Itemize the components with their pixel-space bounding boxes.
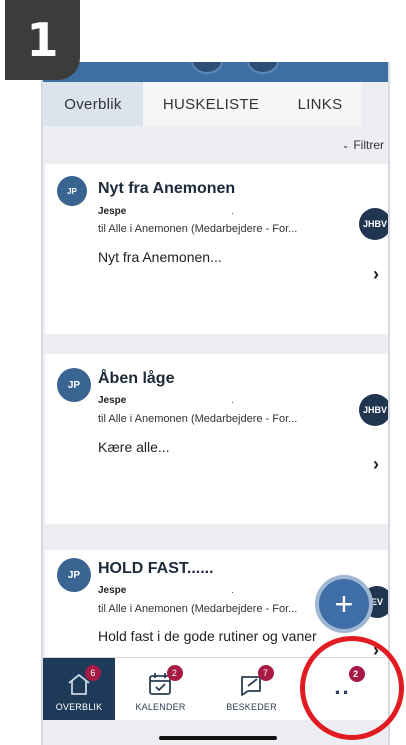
notification-count: 7 (257, 665, 274, 681)
post-sender-separator: . (231, 206, 234, 217)
tab-links[interactable]: LINKS (279, 82, 361, 126)
filter-label: Filtrer (353, 138, 384, 152)
group-badge: JHBV (359, 208, 388, 240)
tab-huskeliste[interactable]: HUSKELISTE (143, 82, 279, 126)
tab-bar: Overblik HUSKELISTE LINKS (43, 82, 388, 126)
nav-label: KALENDER (135, 702, 186, 712)
step-number: 1 (26, 13, 59, 67)
post-recipients: til Alle i Anemonen (Medarbejdere - For.… (98, 223, 298, 235)
post-title: Nyt fra Anemonen (98, 180, 236, 197)
header-avatar[interactable] (247, 62, 279, 74)
avatar: JP (57, 558, 91, 592)
message-icon: 7 (238, 665, 274, 697)
post-recipients: til Alle i Anemonen (Medarbejdere - For.… (98, 603, 298, 615)
avatar: JP (57, 176, 87, 206)
app-header (43, 62, 388, 82)
post-sender: Jespe (98, 585, 127, 596)
notification-count: 2 (166, 665, 183, 681)
nav-overblik[interactable]: 6 OVERBLIK (43, 658, 115, 720)
chevron-right-icon[interactable]: › (373, 454, 379, 475)
post-sender-separator: . (231, 395, 234, 406)
tab-overblik[interactable]: Overblik (43, 82, 143, 126)
create-post-button[interactable]: + (315, 575, 373, 633)
post-recipients: til Alle i Anemonen (Medarbejdere - For.… (98, 413, 298, 425)
post-title: HOLD FAST...... (98, 560, 214, 577)
notification-count: 6 (85, 665, 101, 681)
post-preview: Kære alle... (98, 439, 170, 455)
home-icon: 6 (65, 665, 101, 697)
filter-button[interactable]: ⌄ Filtrer (342, 138, 384, 152)
nav-label: BESKEDER (226, 702, 277, 712)
step-badge: 1 (5, 0, 80, 80)
post-preview: Hold fast i de gode rutiner og vaner (98, 628, 317, 644)
plus-icon: + (334, 585, 354, 622)
calendar-icon: 2 (147, 665, 183, 697)
chevron-right-icon[interactable]: › (373, 264, 379, 285)
post-preview: Nyt fra Anemonen... (98, 249, 222, 265)
highlight-circle (300, 636, 404, 740)
nav-label: OVERBLIK (55, 702, 103, 712)
nav-kalender[interactable]: 2 KALENDER (115, 658, 206, 720)
chevron-down-icon: ⌄ (341, 139, 350, 150)
header-avatar[interactable] (191, 62, 223, 74)
post-card[interactable]: JP Nyt fra Anemonen Jespe . til Alle i A… (45, 164, 388, 334)
nav-beskeder[interactable]: 7 BESKEDER (206, 658, 297, 720)
group-badge: JHBV (359, 394, 388, 426)
avatar: JP (57, 368, 91, 402)
post-sender-separator: . (231, 585, 234, 596)
post-sender: Jespe (98, 206, 127, 217)
post-card[interactable]: JP Åben låge Jespe . til Alle i Anemonen… (45, 354, 388, 524)
home-indicator (159, 736, 277, 740)
post-title: Åben låge (98, 370, 175, 387)
post-sender: Jespe (98, 395, 127, 406)
